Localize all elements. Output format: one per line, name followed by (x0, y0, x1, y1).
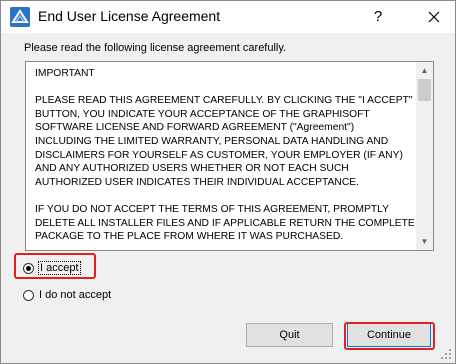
license-line: AND ANY AUTHORIZED USERS WHETHER OR NOT … (35, 163, 349, 175)
license-line: DELETE ALL INSTALLER FILES AND IF APPLIC… (35, 217, 415, 229)
close-button[interactable] (419, 3, 449, 31)
instruction-text: Please read the following license agreem… (24, 42, 287, 54)
license-text: IMPORTANT PLEASE READ THIS AGREEMENT CAR… (35, 67, 415, 250)
scroll-up-arrow-icon[interactable]: ▲ (416, 62, 433, 79)
continue-highlight-box (344, 322, 435, 350)
license-line: DISCLAIMERS FOR YOURSELF AS CUSTOMER, YO… (35, 149, 403, 161)
vertical-scrollbar[interactable]: ▲ ▼ (416, 62, 433, 250)
graphisoft-archicad-icon (10, 7, 30, 27)
license-paragraph-2: IF YOU DO NOT ACCEPT THE TERMS OF THIS A… (35, 203, 415, 244)
license-paragraph-1: PLEASE READ THIS AGREEMENT CAREFULLY. BY… (35, 94, 413, 189)
decline-label[interactable]: I do not accept (39, 289, 111, 301)
help-button[interactable]: ? (363, 3, 393, 31)
license-line: BUTTON, YOU INDICATE YOUR ACCEPTANCE OF … (35, 108, 370, 120)
license-line: INCLUDING THE LIMITED WARRANTY, PERSONAL… (35, 135, 389, 147)
resize-grip-icon[interactable] (440, 348, 452, 360)
license-text-area[interactable]: IMPORTANT PLEASE READ THIS AGREEMENT CAR… (25, 61, 434, 251)
scroll-down-arrow-icon[interactable]: ▼ (416, 233, 433, 250)
scroll-thumb[interactable] (418, 79, 431, 101)
license-line: IF YOU DO NOT ACCEPT THE TERMS OF THIS A… (35, 203, 389, 215)
license-dialog: End User License Agreement ? Please read… (0, 0, 456, 364)
title-bar[interactable]: End User License Agreement ? (1, 1, 455, 33)
quit-button[interactable]: Quit (246, 323, 333, 347)
license-line: PACKAGE TO THE PLACE FROM WHERE IT WAS P… (35, 231, 344, 243)
decline-option[interactable]: I do not accept (23, 286, 111, 304)
accept-highlight-box (14, 253, 96, 279)
close-icon (428, 11, 440, 23)
license-line: PLEASE READ THIS AGREEMENT CAREFULLY. BY… (35, 95, 413, 107)
window-title: End User License Agreement (38, 8, 221, 24)
license-line: SOFTWARE LICENSE AND FORWARD AGREEMENT (… (35, 122, 355, 134)
license-line: AUTHORIZED USER INDICATES THEIR INDIVIDU… (35, 176, 360, 188)
decline-radio[interactable] (23, 289, 34, 301)
license-heading: IMPORTANT (35, 68, 95, 79)
